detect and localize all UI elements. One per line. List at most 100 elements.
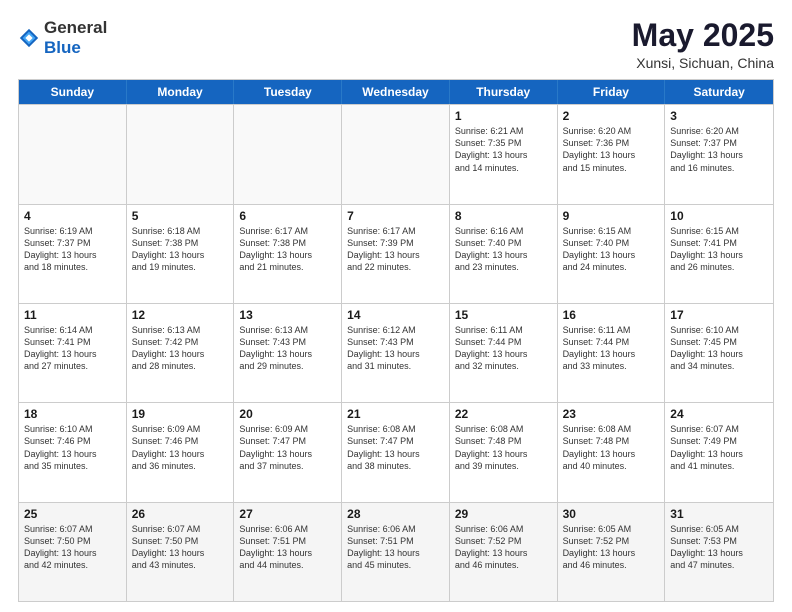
day-number: 19 — [132, 407, 229, 421]
day-cell-13: 13 Sunrise: 6:13 AMSunset: 7:43 PMDayligh… — [234, 304, 342, 402]
day-cell-17: 17 Sunrise: 6:10 AMSunset: 7:45 PMDayligh… — [665, 304, 773, 402]
day-headers: SundayMondayTuesdayWednesdayThursdayFrid… — [19, 80, 773, 104]
day-cell-28: 28Sunrise: 6:06 AMSunset: 7:51 PMDayligh… — [342, 503, 450, 601]
day-info: Sunrise: 6:10 AMSunset: 7:46 PMDaylight:… — [24, 423, 121, 472]
empty-cell — [127, 105, 235, 203]
week-row-4: 18 Sunrise: 6:10 AMSunset: 7:46 PMDayligh… — [19, 402, 773, 501]
day-cell-31: 31 Sunrise: 6:05 AMSunset: 7:53 PMDayligh… — [665, 503, 773, 601]
day-number: 10 — [670, 209, 768, 223]
day-header-monday: Monday — [127, 80, 235, 104]
day-number: 26 — [132, 507, 229, 521]
day-info: Sunrise: 6:09 AMSunset: 7:47 PMDaylight:… — [239, 423, 336, 472]
day-header-wednesday: Wednesday — [342, 80, 450, 104]
day-number: 16 — [563, 308, 660, 322]
day-info: Sunrise: 6:08 AMSunset: 7:48 PMDaylight:… — [563, 423, 660, 472]
day-number: 29 — [455, 507, 552, 521]
day-cell-23: 23Sunrise: 6:08 AMSunset: 7:48 PMDayligh… — [558, 403, 666, 501]
day-cell-30: 30 Sunrise: 6:05 AMSunset: 7:52 PMDayligh… — [558, 503, 666, 601]
day-info: Sunrise: 6:14 AMSunset: 7:41 PMDaylight:… — [24, 324, 121, 373]
day-info: Sunrise: 6:18 AMSunset: 7:38 PMDaylight:… — [132, 225, 229, 274]
day-info: Sunrise: 6:08 AMSunset: 7:47 PMDaylight:… — [347, 423, 444, 472]
day-number: 6 — [239, 209, 336, 223]
day-number: 8 — [455, 209, 552, 223]
day-info: Sunrise: 6:19 AMSunset: 7:37 PMDaylight:… — [24, 225, 121, 274]
day-info: Sunrise: 6:07 AMSunset: 7:50 PMDaylight:… — [24, 523, 121, 572]
empty-cell — [19, 105, 127, 203]
day-number: 22 — [455, 407, 552, 421]
day-info: Sunrise: 6:20 AMSunset: 7:37 PMDaylight:… — [670, 125, 768, 174]
day-cell-25: 25 Sunrise: 6:07 AMSunset: 7:50 PMDayligh… — [19, 503, 127, 601]
location: Xunsi, Sichuan, China — [632, 55, 774, 71]
day-cell-27: 27 Sunrise: 6:06 AMSunset: 7:51 PMDayligh… — [234, 503, 342, 601]
day-info: Sunrise: 6:13 AMSunset: 7:43 PMDaylight:… — [239, 324, 336, 373]
day-info: Sunrise: 6:06 AMSunset: 7:51 PMDaylight:… — [347, 523, 444, 572]
day-info: Sunrise: 6:05 AMSunset: 7:52 PMDaylight:… — [563, 523, 660, 572]
day-info: Sunrise: 6:17 AMSunset: 7:39 PMDaylight:… — [347, 225, 444, 274]
day-cell-18: 18 Sunrise: 6:10 AMSunset: 7:46 PMDayligh… — [19, 403, 127, 501]
day-info: Sunrise: 6:16 AMSunset: 7:40 PMDaylight:… — [455, 225, 552, 274]
day-number: 7 — [347, 209, 444, 223]
title-block: May 2025 Xunsi, Sichuan, China — [632, 18, 774, 71]
day-info: Sunrise: 6:17 AMSunset: 7:38 PMDaylight:… — [239, 225, 336, 274]
day-info: Sunrise: 6:10 AMSunset: 7:45 PMDaylight:… — [670, 324, 768, 373]
day-info: Sunrise: 6:20 AMSunset: 7:36 PMDaylight:… — [563, 125, 660, 174]
day-cell-29: 29Sunrise: 6:06 AMSunset: 7:52 PMDayligh… — [450, 503, 558, 601]
day-number: 13 — [239, 308, 336, 322]
logo-general: General — [44, 18, 107, 37]
day-number: 14 — [347, 308, 444, 322]
day-cell-2: 2 Sunrise: 6:20 AMSunset: 7:36 PMDaylight… — [558, 105, 666, 203]
day-cell-10: 10 Sunrise: 6:15 AMSunset: 7:41 PMDayligh… — [665, 205, 773, 303]
day-cell-12: 12 Sunrise: 6:13 AMSunset: 7:42 PMDayligh… — [127, 304, 235, 402]
day-number: 3 — [670, 109, 768, 123]
day-info: Sunrise: 6:05 AMSunset: 7:53 PMDaylight:… — [670, 523, 768, 572]
day-cell-3: 3 Sunrise: 6:20 AMSunset: 7:37 PMDaylight… — [665, 105, 773, 203]
day-cell-8: 8 Sunrise: 6:16 AMSunset: 7:40 PMDaylight… — [450, 205, 558, 303]
day-info: Sunrise: 6:13 AMSunset: 7:42 PMDaylight:… — [132, 324, 229, 373]
day-number: 12 — [132, 308, 229, 322]
day-cell-1: 1Sunrise: 6:21 AMSunset: 7:35 PMDaylight… — [450, 105, 558, 203]
week-row-1: 1Sunrise: 6:21 AMSunset: 7:35 PMDaylight… — [19, 104, 773, 203]
day-cell-6: 6 Sunrise: 6:17 AMSunset: 7:38 PMDaylight… — [234, 205, 342, 303]
day-cell-5: 5 Sunrise: 6:18 AMSunset: 7:38 PMDaylight… — [127, 205, 235, 303]
day-cell-7: 7 Sunrise: 6:17 AMSunset: 7:39 PMDaylight… — [342, 205, 450, 303]
day-number: 11 — [24, 308, 121, 322]
week-row-2: 4 Sunrise: 6:19 AMSunset: 7:37 PMDaylight… — [19, 204, 773, 303]
day-number: 4 — [24, 209, 121, 223]
day-info: Sunrise: 6:15 AMSunset: 7:41 PMDaylight:… — [670, 225, 768, 274]
day-number: 31 — [670, 507, 768, 521]
day-number: 30 — [563, 507, 660, 521]
day-header-tuesday: Tuesday — [234, 80, 342, 104]
day-info: Sunrise: 6:07 AMSunset: 7:50 PMDaylight:… — [132, 523, 229, 572]
week-row-5: 25 Sunrise: 6:07 AMSunset: 7:50 PMDayligh… — [19, 502, 773, 601]
empty-cell — [234, 105, 342, 203]
day-number: 18 — [24, 407, 121, 421]
header: General Blue May 2025 Xunsi, Sichuan, Ch… — [18, 18, 774, 71]
day-info: Sunrise: 6:11 AMSunset: 7:44 PMDaylight:… — [563, 324, 660, 373]
day-number: 20 — [239, 407, 336, 421]
day-number: 5 — [132, 209, 229, 223]
day-number: 17 — [670, 308, 768, 322]
day-info: Sunrise: 6:08 AMSunset: 7:48 PMDaylight:… — [455, 423, 552, 472]
day-cell-9: 9Sunrise: 6:15 AMSunset: 7:40 PMDaylight… — [558, 205, 666, 303]
day-cell-22: 22 Sunrise: 6:08 AMSunset: 7:48 PMDayligh… — [450, 403, 558, 501]
day-header-saturday: Saturday — [665, 80, 773, 104]
day-number: 2 — [563, 109, 660, 123]
empty-cell — [342, 105, 450, 203]
day-header-friday: Friday — [558, 80, 666, 104]
day-info: Sunrise: 6:12 AMSunset: 7:43 PMDaylight:… — [347, 324, 444, 373]
day-header-sunday: Sunday — [19, 80, 127, 104]
month-title: May 2025 — [632, 18, 774, 53]
day-info: Sunrise: 6:11 AMSunset: 7:44 PMDaylight:… — [455, 324, 552, 373]
day-cell-19: 19 Sunrise: 6:09 AMSunset: 7:46 PMDayligh… — [127, 403, 235, 501]
day-number: 27 — [239, 507, 336, 521]
day-number: 1 — [455, 109, 552, 123]
calendar-body: 1Sunrise: 6:21 AMSunset: 7:35 PMDaylight… — [19, 104, 773, 601]
day-header-thursday: Thursday — [450, 80, 558, 104]
day-number: 25 — [24, 507, 121, 521]
day-number: 21 — [347, 407, 444, 421]
day-cell-15: 15Sunrise: 6:11 AMSunset: 7:44 PMDayligh… — [450, 304, 558, 402]
day-info: Sunrise: 6:06 AMSunset: 7:51 PMDaylight:… — [239, 523, 336, 572]
day-info: Sunrise: 6:09 AMSunset: 7:46 PMDaylight:… — [132, 423, 229, 472]
week-row-3: 11 Sunrise: 6:14 AMSunset: 7:41 PMDayligh… — [19, 303, 773, 402]
day-info: Sunrise: 6:15 AMSunset: 7:40 PMDaylight:… — [563, 225, 660, 274]
